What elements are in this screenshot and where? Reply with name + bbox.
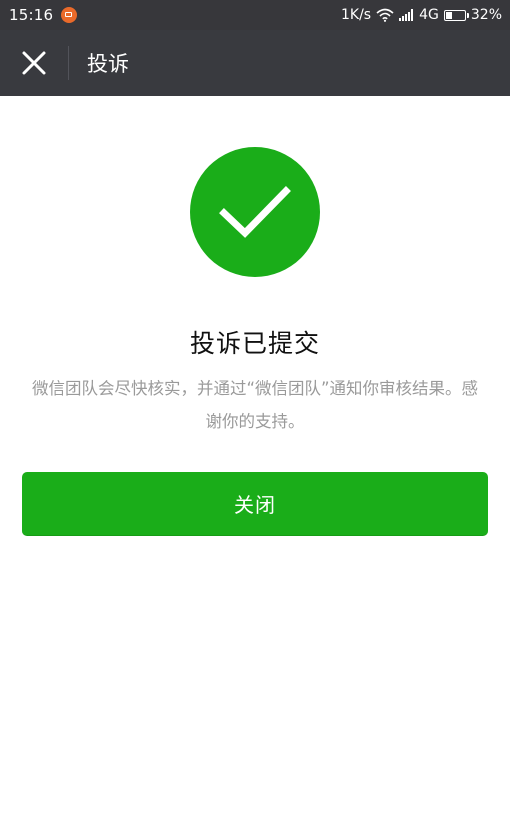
status-bar: 15:16 1K/s 4G 32%	[0, 0, 510, 30]
app-notification-icon	[61, 7, 78, 23]
title-bar: 投诉	[0, 30, 510, 96]
title-divider	[68, 46, 69, 80]
battery-icon	[443, 9, 469, 21]
status-time: 15:16	[9, 6, 54, 24]
close-button[interactable]: 关闭	[22, 472, 488, 536]
battery-fill	[445, 11, 452, 19]
cellular-signal-icon	[399, 9, 414, 21]
close-icon[interactable]	[0, 30, 68, 96]
status-left: 15:16	[9, 6, 78, 24]
success-badge	[190, 147, 320, 277]
battery-percent: 32%	[470, 7, 502, 23]
result-title: 投诉已提交	[189, 329, 320, 358]
check-icon	[219, 186, 291, 238]
wifi-icon	[376, 8, 394, 22]
result-description: 微信团队会尽快核实，并通过“微信团队”通知你审核结果。感谢你的支持。	[31, 379, 479, 431]
page-title: 投诉	[87, 52, 129, 76]
net-speed: 1K/s	[341, 7, 372, 23]
status-right: 1K/s 4G 32%	[336, 7, 502, 23]
network-type: 4G	[419, 7, 439, 23]
